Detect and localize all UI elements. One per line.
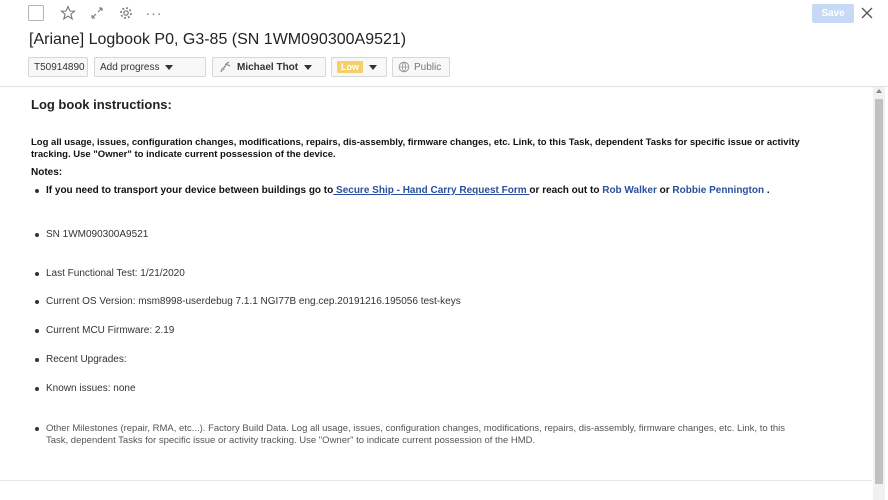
scroll-up-arrow-icon[interactable] (876, 89, 882, 93)
expand-icon[interactable] (89, 4, 105, 22)
gear-icon[interactable] (117, 4, 135, 22)
toolbar: ··· Save (0, 0, 888, 26)
section-heading: Log book instructions: (31, 97, 172, 112)
priority-dropdown[interactable]: Low (331, 57, 387, 77)
add-progress-dropdown[interactable]: Add progress (94, 57, 206, 77)
task-title[interactable]: [Ariane] Logbook P0, G3-85 (SN 1WM090300… (29, 31, 406, 49)
list-item: Recent Upgrades: (35, 354, 127, 365)
scroll-thumb[interactable] (875, 99, 883, 484)
more-options-icon[interactable]: ··· (146, 4, 162, 22)
list-item: Last Functional Test: 1/21/2020 (35, 268, 185, 279)
transport-end: . (764, 185, 770, 196)
task-id: T50914890 (34, 61, 85, 73)
scrollbar[interactable] (873, 87, 885, 500)
task-id-chip[interactable]: T50914890 (28, 57, 88, 77)
person-link-rob-walker[interactable]: Rob Walker (602, 185, 657, 196)
close-icon[interactable] (858, 3, 876, 23)
owner-dropdown[interactable]: Michael Thot (212, 57, 326, 77)
list-item-transport: If you need to transport your device bet… (35, 185, 806, 197)
avatar-icon (220, 61, 231, 73)
add-progress-label: Add progress (100, 61, 160, 73)
list-item: Other Milestones (repair, RMA, etc...). … (35, 423, 806, 447)
chevron-down-icon (369, 64, 377, 70)
select-checkbox[interactable] (28, 5, 44, 21)
notes-label: Notes: (31, 167, 63, 178)
transport-or: or (656, 185, 673, 196)
intro-text: Log all usage, issues, configuration cha… (31, 137, 800, 160)
content-divider (0, 480, 872, 481)
list-item: SN 1WM090300A9521 (34, 229, 149, 240)
star-icon[interactable] (59, 4, 77, 22)
visibility-label: Public (414, 61, 442, 73)
secure-ship-link[interactable]: Secure Ship - Hand Carry Request Form (333, 185, 529, 196)
list-item: Current OS Version: msm8998-userdebug 7.… (35, 296, 461, 307)
person-link-robbie-pennington[interactable]: Robbie Pennington (672, 185, 764, 196)
chevron-down-icon (165, 64, 174, 70)
description-panel[interactable]: Log book instructions: Log all usage, is… (0, 87, 872, 500)
save-button[interactable]: Save (812, 4, 854, 23)
visibility-chip[interactable]: Public (392, 57, 450, 77)
chevron-down-icon (304, 64, 313, 70)
owner-name: Michael Thot (237, 61, 299, 73)
priority-badge: Low (337, 61, 363, 73)
transport-text: If you need to transport your device bet… (46, 185, 334, 196)
list-item: Current MCU Firmware: 2.19 (34, 325, 175, 336)
globe-icon (398, 61, 410, 73)
list-item: Known issues: none (35, 383, 136, 394)
transport-middle: or reach out to (529, 185, 603, 196)
